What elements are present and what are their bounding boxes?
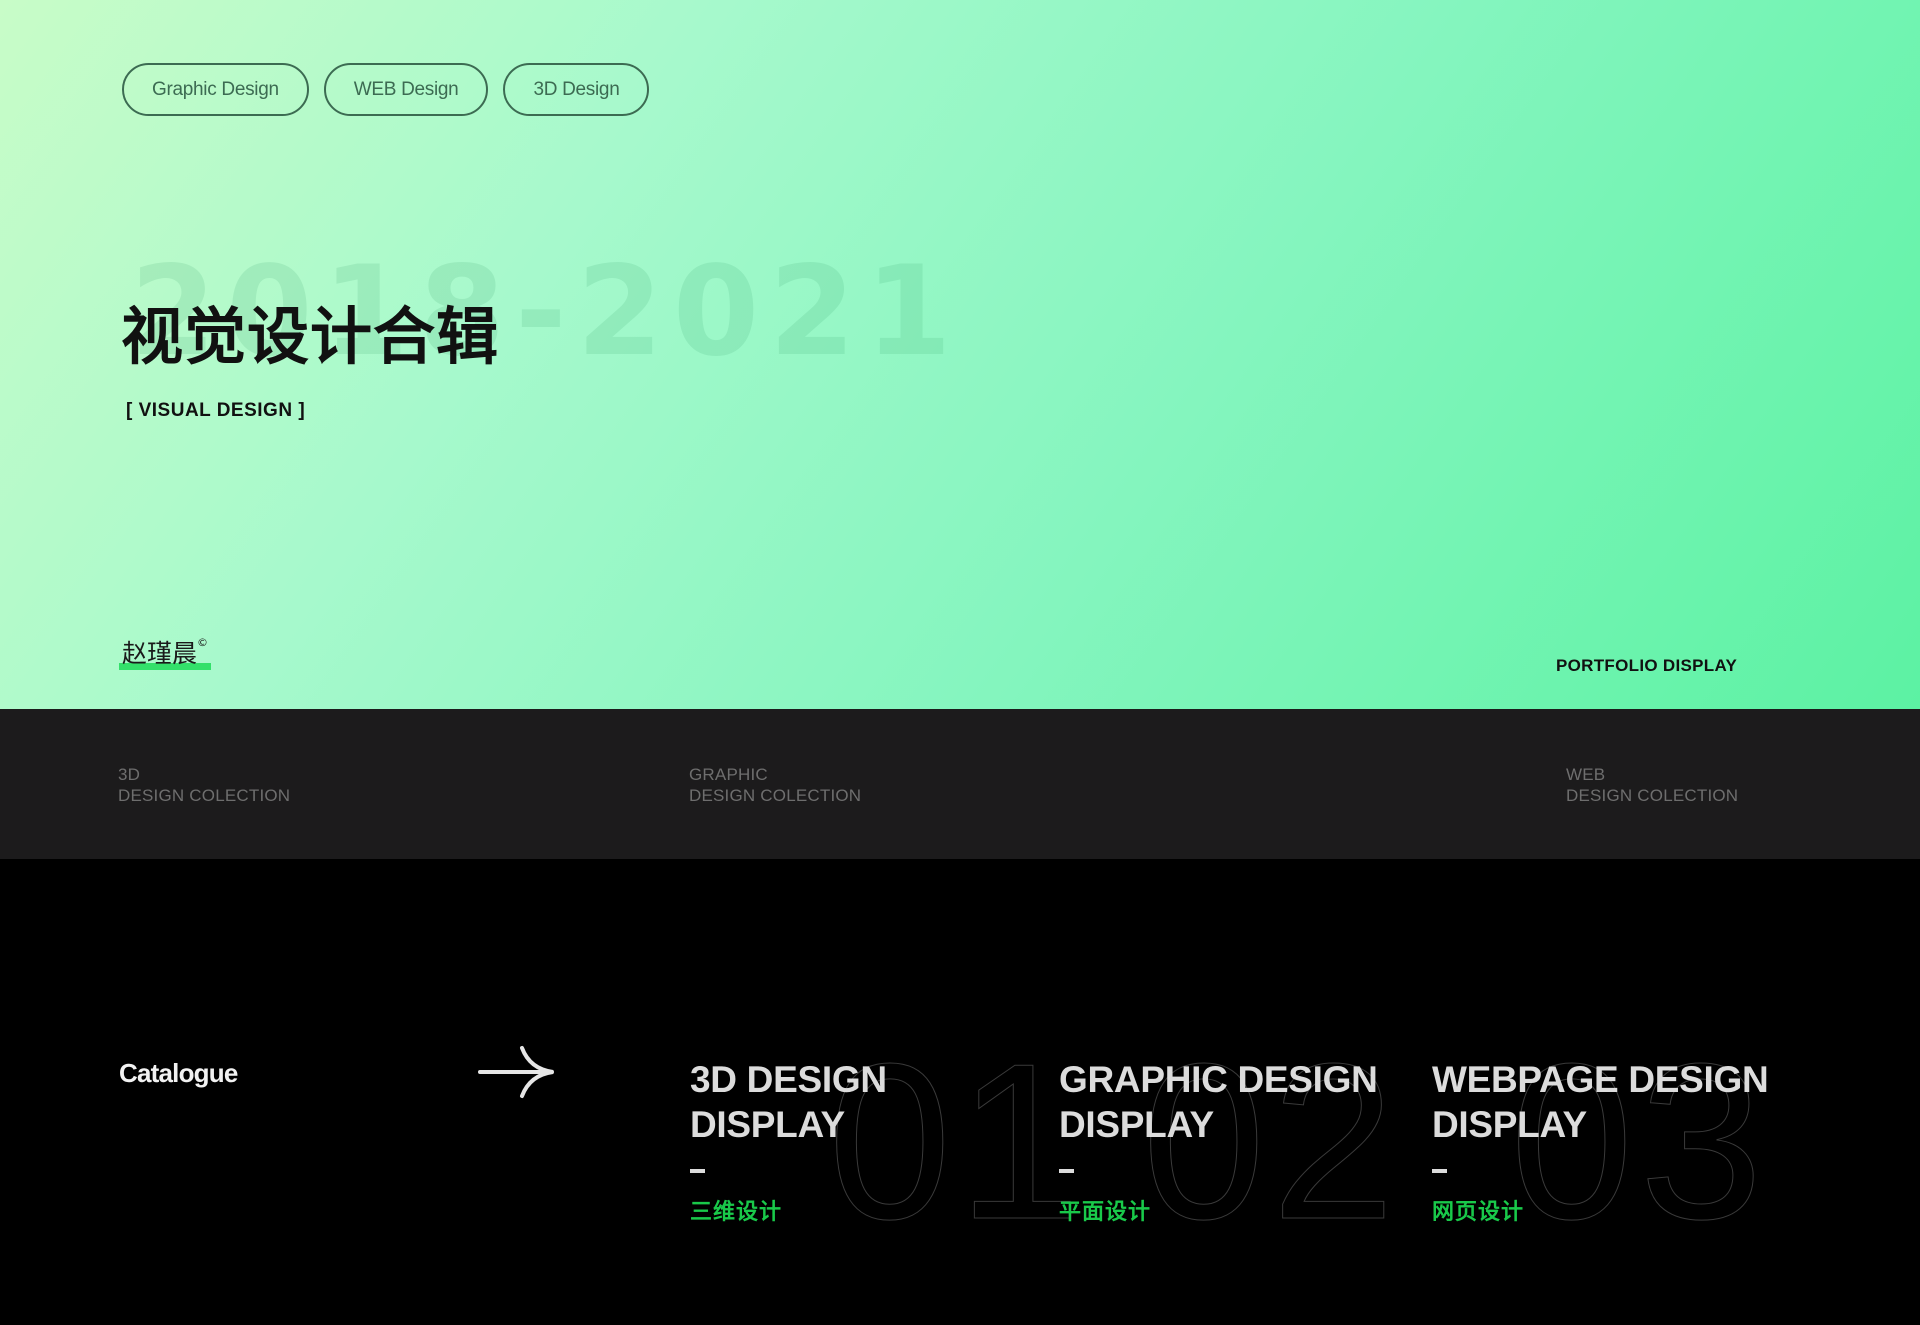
tag-list: Graphic Design WEB Design 3D Design — [122, 63, 650, 116]
entry-title-line1: GRAPHIC DESIGN — [1059, 1059, 1378, 1100]
collection-graphic-line2: DESIGN COLECTION — [689, 786, 862, 805]
entry-title-line2: DISPLAY — [1432, 1104, 1587, 1145]
author-name: 赵瑾晨 — [122, 639, 198, 668]
collection-web-line1: WEB — [1566, 765, 1606, 784]
entry-subtitle-cn: 网页设计 — [1432, 1200, 1525, 1225]
collection-3d[interactable]: 3D DESIGN COLECTION — [118, 764, 290, 806]
entry-subtitle-cn: 三维设计 — [690, 1200, 783, 1225]
collection-graphic[interactable]: GRAPHIC DESIGN COLECTION — [689, 764, 861, 806]
entry-title-line1: 3D DESIGN — [690, 1059, 887, 1100]
entry-subtitle-cn: 平面设计 — [1059, 1200, 1152, 1225]
author-signature: 赵瑾晨© — [119, 637, 212, 670]
page-subtitle: [ VISUAL DESIGN ] — [126, 400, 306, 421]
collection-3d-line1: 3D — [118, 765, 141, 784]
catalogue-entry-web[interactable]: WEBPAGE DESIGN DISPLAY 网页设计 — [1432, 1057, 1769, 1226]
portfolio-label: PORTFOLIO DISPLAY — [1556, 656, 1738, 675]
copyright-mark: © — [197, 636, 209, 649]
tag-graphic-design[interactable]: Graphic Design — [122, 63, 309, 116]
catalogue-section: Catalogue 01 02 03 3D DESIGN DISPLAY 三维设… — [0, 859, 1920, 1325]
entry-divider — [690, 1169, 705, 1173]
entry-title-line2: DISPLAY — [690, 1104, 845, 1145]
catalogue-title: Catalogue — [119, 1058, 238, 1088]
collection-3d-line2: DESIGN COLECTION — [118, 786, 291, 805]
catalogue-entry-3d[interactable]: 3D DESIGN DISPLAY 三维设计 — [690, 1057, 887, 1226]
arrow-right-icon[interactable] — [478, 1045, 556, 1099]
entry-title-line1: WEBPAGE DESIGN — [1432, 1059, 1769, 1100]
collection-web-line2: DESIGN COLECTION — [1566, 786, 1739, 805]
tag-web-design[interactable]: WEB Design — [323, 63, 489, 116]
page-title: 视觉设计合辑 — [121, 300, 500, 373]
collection-strip: 3D DESIGN COLECTION GRAPHIC DESIGN COLEC… — [0, 709, 1920, 859]
collection-graphic-line1: GRAPHIC — [689, 765, 768, 784]
hero-section: Graphic Design WEB Design 3D Design 2018… — [0, 0, 1920, 709]
entry-divider — [1432, 1169, 1447, 1173]
collection-web[interactable]: WEB DESIGN COLECTION — [1566, 764, 1738, 806]
catalogue-entry-graphic[interactable]: GRAPHIC DESIGN DISPLAY 平面设计 — [1059, 1057, 1378, 1226]
tag-3d-design[interactable]: 3D Design — [503, 63, 650, 116]
entry-divider — [1059, 1169, 1074, 1173]
entry-title-line2: DISPLAY — [1059, 1104, 1214, 1145]
